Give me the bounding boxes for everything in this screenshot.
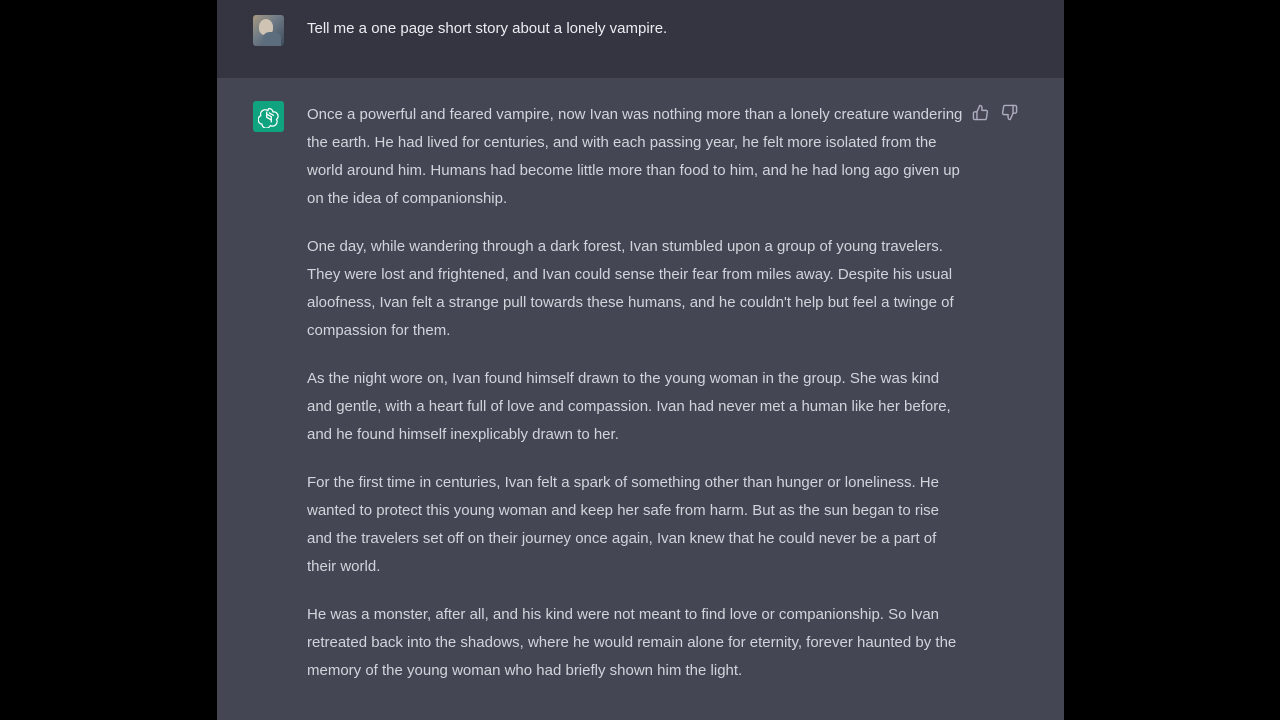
- feedback-buttons: [972, 104, 1018, 121]
- user-avatar: [253, 15, 284, 46]
- story-paragraph-3: As the night wore on, Ivan found himself…: [307, 370, 951, 443]
- story-paragraph-5: He was a monster, after all, and his kin…: [307, 606, 957, 679]
- story-paragraph-1: Once a powerful and feared vampire, now …: [307, 106, 963, 207]
- user-message-text: Tell me a one page short story about a l…: [307, 20, 668, 37]
- openai-logo-icon: [253, 101, 284, 132]
- assistant-response: Once a powerful and feared vampire, now …: [307, 101, 967, 705]
- thumbs-up-icon[interactable]: [972, 104, 989, 121]
- thumbs-down-icon[interactable]: [1001, 104, 1018, 121]
- chat-panel: Tell me a one page short story about a l…: [217, 0, 1064, 720]
- user-message-row: Tell me a one page short story about a l…: [217, 0, 1064, 78]
- story-paragraph-4: For the first time in centuries, Ivan fe…: [307, 474, 940, 575]
- story-paragraph-2: One day, while wandering through a dark …: [307, 238, 954, 339]
